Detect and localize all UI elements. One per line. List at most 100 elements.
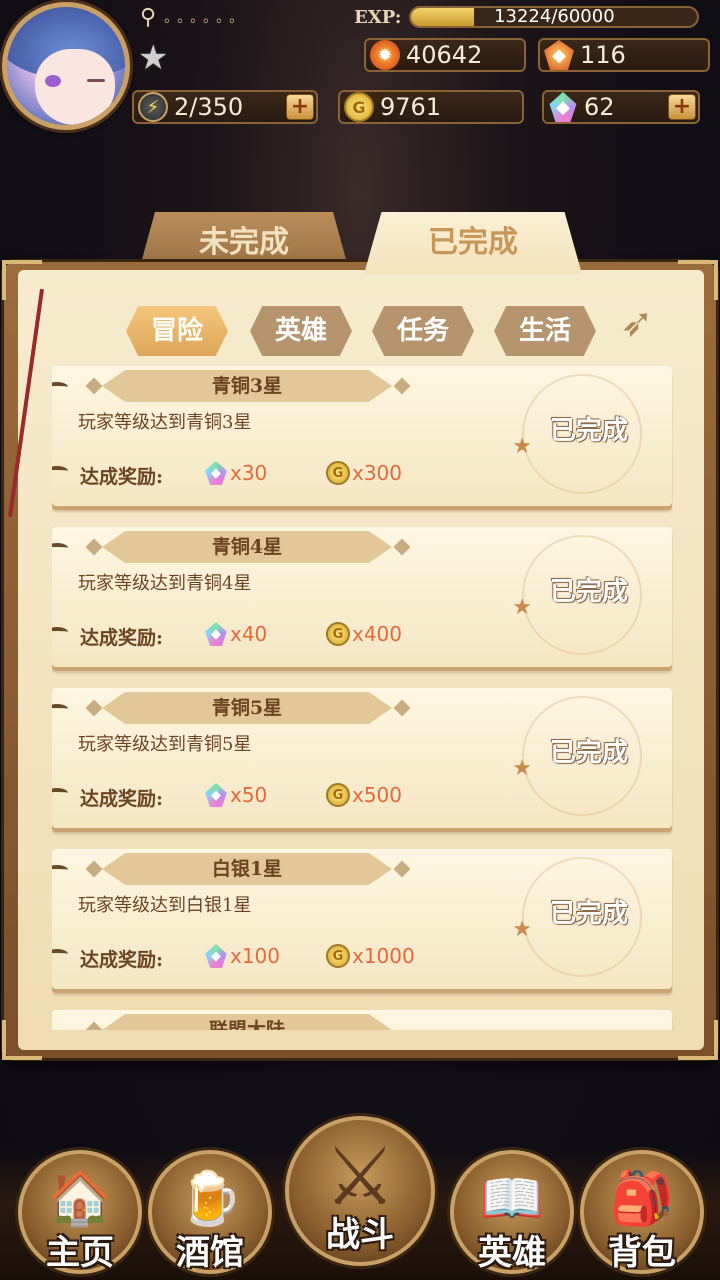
gold-reward: G x400 bbox=[326, 619, 402, 649]
fire-power-bar: ✹ 40642 bbox=[364, 38, 526, 72]
achievement-desc: 玩家等级达到青铜4星 bbox=[78, 573, 252, 594]
diamond-decoration bbox=[85, 860, 103, 878]
star-icon: ★ bbox=[512, 434, 532, 459]
achievement-title: 联盟大陆 bbox=[102, 1014, 392, 1030]
feather-quill-icon: ➶ bbox=[620, 300, 654, 346]
subtab-life[interactable]: 生活 bbox=[494, 306, 596, 356]
diamond-decoration bbox=[85, 1021, 103, 1030]
fire-icon: ✹ bbox=[370, 40, 400, 70]
achievement-list[interactable]: 青铜3星 玩家等级达到青铜3星 达成奖励: ◆ x30 G x300 ★ 已完成 bbox=[52, 366, 692, 1030]
lightning-icon: ⚡ bbox=[138, 92, 168, 122]
hook-decoration bbox=[52, 466, 68, 476]
hook-decoration bbox=[52, 543, 68, 553]
exp-row: ⚲ 。。。。。。 EXP: 13224/60000 bbox=[140, 2, 710, 32]
subtab-adventure[interactable]: 冒险 bbox=[126, 306, 228, 356]
achievement-title: 青铜5星 bbox=[102, 692, 392, 724]
hook-decoration bbox=[52, 949, 68, 959]
crystal-reward-amount: x30 bbox=[230, 461, 268, 485]
house-icon: 🏠 bbox=[47, 1169, 113, 1229]
energy-bar: ⚡ 2/350 + bbox=[132, 90, 318, 124]
nav-heroes-label: 英雄 bbox=[478, 1233, 546, 1273]
crystal-icon: ◆ bbox=[549, 92, 577, 122]
rank-star-icon: ★ bbox=[138, 38, 169, 78]
crystal-icon: ◆ bbox=[205, 944, 227, 968]
star-icon: ★ bbox=[512, 756, 532, 781]
completed-status: 已完成 bbox=[549, 738, 628, 768]
nav-home-button[interactable]: 🏠 主页 bbox=[18, 1150, 142, 1274]
gold-reward-amount: x400 bbox=[352, 622, 403, 646]
search-icon[interactable]: ⚲ bbox=[140, 5, 156, 30]
crystal-bar: ◆ 62 + bbox=[542, 90, 700, 124]
crystal-value: 62 bbox=[584, 93, 615, 121]
hook-decoration bbox=[52, 788, 68, 798]
hook-decoration bbox=[52, 627, 68, 637]
gold-coin-icon: G bbox=[326, 461, 350, 485]
achievement-card: 联盟大陆 bbox=[52, 1010, 672, 1030]
gold-coin-icon: G bbox=[326, 783, 350, 807]
completed-status: 已完成 bbox=[549, 416, 628, 446]
achievement-desc: 玩家等级达到青铜5星 bbox=[78, 734, 252, 755]
ruby-value: 116 bbox=[580, 41, 626, 69]
exp-bar: 13224/60000 bbox=[409, 6, 700, 28]
add-crystal-button[interactable]: + bbox=[668, 94, 696, 120]
ruby-icon: ◆ bbox=[544, 40, 574, 70]
exp-label: EXP: bbox=[354, 6, 402, 28]
completed-status: 已完成 bbox=[549, 899, 628, 929]
achievement-card: 白银1星 玩家等级达到白银1星 达成奖励: ◆ x100 G x1000 ★ 已… bbox=[52, 849, 672, 989]
gold-coin-icon: G bbox=[344, 92, 374, 122]
crystal-reward: ◆ x30 bbox=[204, 458, 267, 488]
diamond-decoration bbox=[85, 699, 103, 717]
diamond-decoration bbox=[393, 538, 411, 556]
achievement-card: 青铜5星 玩家等级达到青铜5星 达成奖励: ◆ x50 G x500 ★ 已完成 bbox=[52, 688, 672, 828]
hook-decoration bbox=[52, 382, 68, 392]
reward-label: 达成奖励: bbox=[80, 466, 164, 488]
achievement-title: 青铜3星 bbox=[102, 370, 392, 402]
reward-label: 达成奖励: bbox=[80, 627, 164, 649]
subtab-quests[interactable]: 任务 bbox=[372, 306, 474, 356]
diamond-decoration bbox=[393, 699, 411, 717]
crystal-icon: ◆ bbox=[205, 461, 227, 485]
crystal-reward: ◆ x50 bbox=[204, 780, 267, 810]
nav-bag-button[interactable]: 🎒 背包 bbox=[580, 1150, 704, 1274]
diamond-decoration bbox=[85, 377, 103, 395]
nav-heroes-button[interactable]: 📖 英雄 bbox=[450, 1150, 574, 1274]
backpack-icon: 🎒 bbox=[609, 1169, 675, 1229]
exp-value: 13224/60000 bbox=[494, 6, 615, 27]
gold-bar: G 9761 bbox=[338, 90, 524, 124]
tab-complete[interactable]: 已完成 bbox=[364, 212, 582, 274]
diamond-decoration bbox=[393, 377, 411, 395]
gold-reward: G x500 bbox=[326, 780, 402, 810]
add-energy-button[interactable]: + bbox=[286, 94, 314, 120]
diamond-decoration bbox=[85, 538, 103, 556]
nav-bag-label: 背包 bbox=[608, 1233, 676, 1273]
nav-battle-button[interactable]: ⚔ 战斗 bbox=[285, 1116, 435, 1266]
gold-reward: G x300 bbox=[326, 458, 402, 488]
avatar-face bbox=[35, 49, 115, 125]
player-name-placeholder: 。。。。。。 bbox=[164, 10, 250, 26]
star-icon: ★ bbox=[512, 595, 532, 620]
panel-content: ➶ 冒险 英雄 任务 生活 青铜3星 玩家等级达到青铜3星 达成奖励: ◆ x3… bbox=[18, 270, 704, 1050]
gold-reward-amount: x300 bbox=[352, 461, 403, 485]
avatar-eye bbox=[45, 75, 61, 87]
crystal-reward: ◆ x100 bbox=[204, 941, 280, 971]
crystal-icon: ◆ bbox=[205, 783, 227, 807]
gold-reward-amount: x500 bbox=[352, 783, 403, 807]
ruby-bar: ◆ 116 bbox=[538, 38, 710, 72]
achievement-title: 白银1星 bbox=[102, 853, 392, 885]
gold-coin-icon: G bbox=[326, 622, 350, 646]
nav-tavern-button[interactable]: 🍺 酒馆 bbox=[148, 1150, 272, 1274]
player-avatar[interactable] bbox=[2, 2, 130, 130]
ribbon-decoration bbox=[16, 288, 36, 518]
crystal-reward: ◆ x40 bbox=[204, 619, 267, 649]
reward-label: 达成奖励: bbox=[80, 788, 164, 810]
hook-decoration bbox=[52, 865, 68, 875]
hero-book-icon: 📖 bbox=[479, 1169, 545, 1229]
crystal-reward-amount: x100 bbox=[230, 944, 281, 968]
subtab-heroes[interactable]: 英雄 bbox=[250, 306, 352, 356]
hook-decoration bbox=[52, 704, 68, 714]
achievement-panel: ➶ 冒险 英雄 任务 生活 青铜3星 玩家等级达到青铜3星 达成奖励: ◆ x3… bbox=[2, 260, 718, 1060]
achievement-desc: 玩家等级达到青铜3星 bbox=[78, 412, 252, 433]
nav-battle-label: 战斗 bbox=[326, 1215, 394, 1255]
gold-reward: G x1000 bbox=[326, 941, 415, 971]
crystal-reward-amount: x50 bbox=[230, 783, 268, 807]
